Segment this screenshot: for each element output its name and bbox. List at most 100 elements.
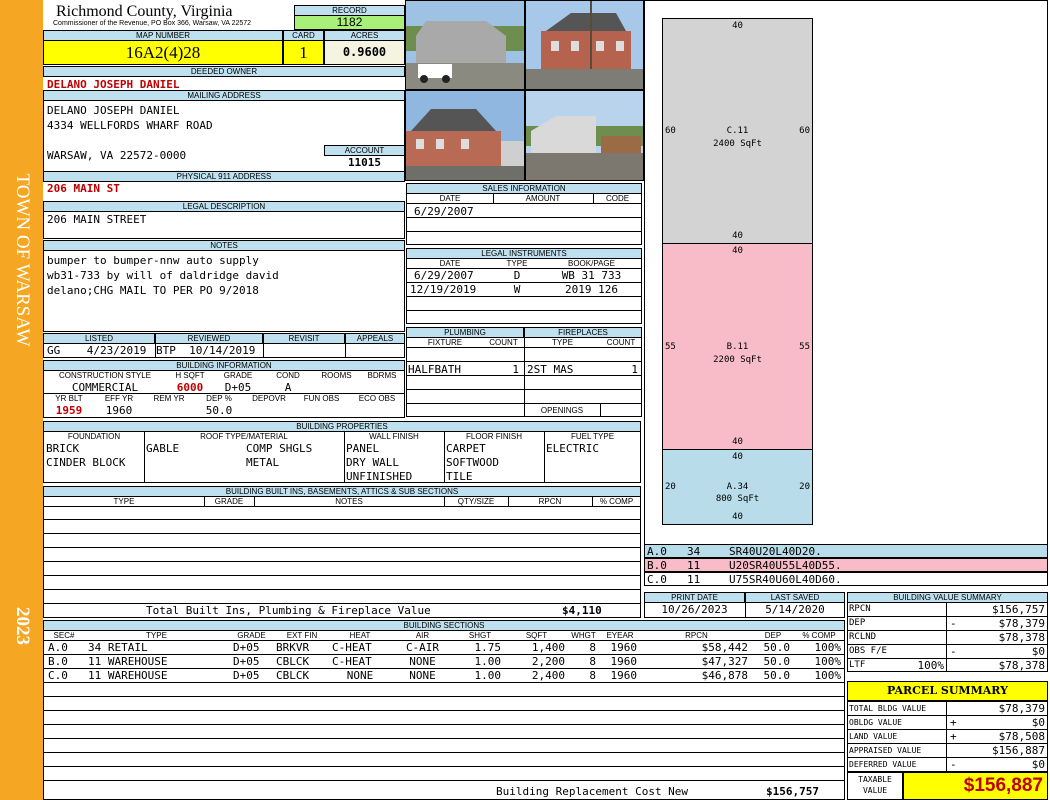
vs-dep-value: $78,379 (998, 617, 1045, 630)
account-value: 11015 (347, 156, 382, 169)
plumbing-row-1-fixture: HALFBATH (408, 363, 461, 376)
notes-line-2: wb31-733 by will of daldridge david (47, 269, 279, 282)
col-sales-amount: AMOUNT (525, 194, 561, 203)
col-inst-date: DATE (439, 259, 461, 268)
col-bi-comp: % COMP (599, 497, 634, 506)
sales-row-1-date: 6/29/2007 (414, 205, 474, 218)
col-funobs: FUN OBS (303, 394, 340, 403)
instrument-row-2-date: 12/19/2019 (410, 283, 477, 296)
col-foundation: FOUNDATION (67, 432, 121, 441)
county-title: Richmond County, Virginia (56, 3, 233, 20)
col-bi-notes: NOTES (335, 497, 363, 506)
col-ecoobs: ECO OBS (358, 394, 396, 403)
col-construction-style: CONSTRUCTION STYLE (58, 371, 151, 380)
mailing-line-2: 4334 WELLFORDS WHARF ROAD (47, 119, 213, 132)
last-saved-value: 5/14/2020 (765, 603, 825, 616)
photo-brick-side (405, 90, 525, 181)
col-yrblt: YR BLT (55, 394, 83, 403)
record-value: 1182 (294, 15, 405, 30)
map-number-value: 16A2(4)28 (43, 40, 283, 65)
notes-line-1: bumper to bumper-nnw auto supply (47, 254, 259, 267)
vs-rpcn-value: $156,757 (992, 603, 1045, 616)
print-date-value: 10/26/2023 (661, 603, 728, 616)
foundation-2: CINDER BLOCK (46, 456, 126, 469)
legend-row-b: B.0 11 U20SR40U55L40D55. (644, 558, 1048, 572)
col-shgt: SHGT (468, 631, 492, 640)
col-bi-rpcn: RPCN (538, 497, 562, 506)
col-bdrms: BDRMS (367, 371, 397, 380)
vs-ltf-key: LTF (849, 660, 866, 670)
ps-deferred-key: DEFERRED VALUE (849, 760, 917, 769)
taxable-label: TAXABLE VALUE (858, 775, 892, 795)
ps-appraised-value: $156,887 (992, 744, 1045, 757)
ps-land-value: $78,508 (998, 730, 1045, 743)
instrument-row-2-book: 2019 126 (565, 283, 618, 296)
col-bi-grade: GRADE (214, 497, 244, 506)
col-floor: FLOOR FINISH (465, 432, 522, 441)
ps-total-bldg-value: $78,379 (998, 702, 1045, 715)
col-rpcn: RPCN (685, 631, 708, 640)
fireplace-row-1-count: 1 (631, 363, 638, 376)
photo-brick-front (525, 0, 644, 90)
roof-material-1: COMP SHGLS (246, 442, 313, 455)
col-depovr: DEPOVR (252, 394, 286, 403)
col-fuel: FUEL TYPE (570, 432, 615, 441)
col-sales-date: DATE (439, 194, 461, 203)
legend-row-c: C.0 11 U75SR40U60L40D60. (644, 572, 1048, 586)
col-hsqft: H SQFT (175, 371, 205, 380)
vs-dep-key: DEP (849, 618, 866, 628)
wall-1: PANEL (346, 442, 380, 455)
col-remyr: REM YR (153, 394, 185, 403)
instrument-row-2-type: W (513, 283, 521, 296)
floor-2: SOFTWOOD (446, 456, 499, 469)
instrument-row-1-date: 6/29/2007 (414, 269, 474, 282)
col-fp-type: TYPE (552, 338, 573, 347)
sidebar-town-label: TOWN OF WARSAW (12, 173, 33, 347)
col-plumb-count: COUNT (489, 338, 518, 347)
photo-warehouse-lot (525, 90, 644, 181)
physical-address-label: PHYSICAL 911 ADDRESS (43, 171, 405, 182)
vs-rclnd-value: $78,378 (998, 631, 1045, 644)
vs-rclnd-key: RCLND (849, 632, 877, 642)
floor-1: CARPET (446, 442, 486, 455)
vs-obs-value: $0 (1031, 645, 1045, 658)
ps-obldg-key: OBLDG VALUE (849, 718, 902, 727)
col-fp-count: COUNT (606, 338, 636, 347)
floor-3: TILE (446, 470, 473, 483)
vs-rpcn-key: RPCN (849, 604, 871, 614)
col-sqft: SQFT (525, 631, 548, 640)
notes-line-3: delano;CHG MAIL TO PER PO 9/2018 (47, 284, 259, 297)
col-cond: COND (276, 371, 300, 380)
roof-material-2: METAL (246, 456, 280, 469)
col-comp: % COMP (802, 631, 836, 640)
col-wall: WALL FINISH (369, 432, 419, 441)
vs-ltf-value: $78,378 (998, 659, 1045, 672)
commissioner-address: Commissioner of the Revenue, PO Box 366,… (53, 20, 252, 27)
built-ins-total-value: $4,110 (562, 604, 602, 617)
ps-deferred-value: $0 (1031, 758, 1045, 771)
instrument-row-1-type: D (513, 269, 521, 282)
replacement-cost-value: $156,757 (766, 785, 819, 798)
deeded-owner-label: DEEDED OWNER (43, 66, 405, 77)
col-fixture: FIXTURE (427, 338, 463, 347)
instrument-row-1-book: WB 31 733 (561, 269, 622, 282)
mailing-line-4: WARSAW, VA 22572-0000 (47, 149, 187, 162)
fuel-1: ELECTRIC (546, 442, 599, 455)
ps-land-key: LAND VALUE (849, 732, 898, 741)
plumbing-row-1-count: 1 (512, 363, 519, 376)
legend-row-a: A.0 34 SR40U20L40D20. (644, 544, 1048, 558)
physical-address-value: 206 MAIN ST (47, 182, 120, 195)
sidebar-year-label: 2023 (12, 607, 33, 645)
col-air: AIR (415, 631, 430, 640)
photo-warehouse-truck (405, 0, 525, 90)
yrblt-value: 1959 (55, 404, 83, 417)
col-heat: HEAT (349, 631, 371, 640)
legal-description-value: 206 MAIN STREET (47, 213, 147, 226)
dep-value: 50.0 (205, 404, 233, 417)
mailing-line-1: DELANO JOSEPH DANIEL (47, 104, 180, 117)
acres-value: 0.9600 (324, 40, 405, 65)
wall-3: UNFINISHED (346, 470, 413, 483)
col-sec-dep: DEP (764, 631, 782, 640)
col-bi-qty: QTY/SIZE (457, 497, 495, 506)
col-sec: SEC# (53, 631, 75, 640)
